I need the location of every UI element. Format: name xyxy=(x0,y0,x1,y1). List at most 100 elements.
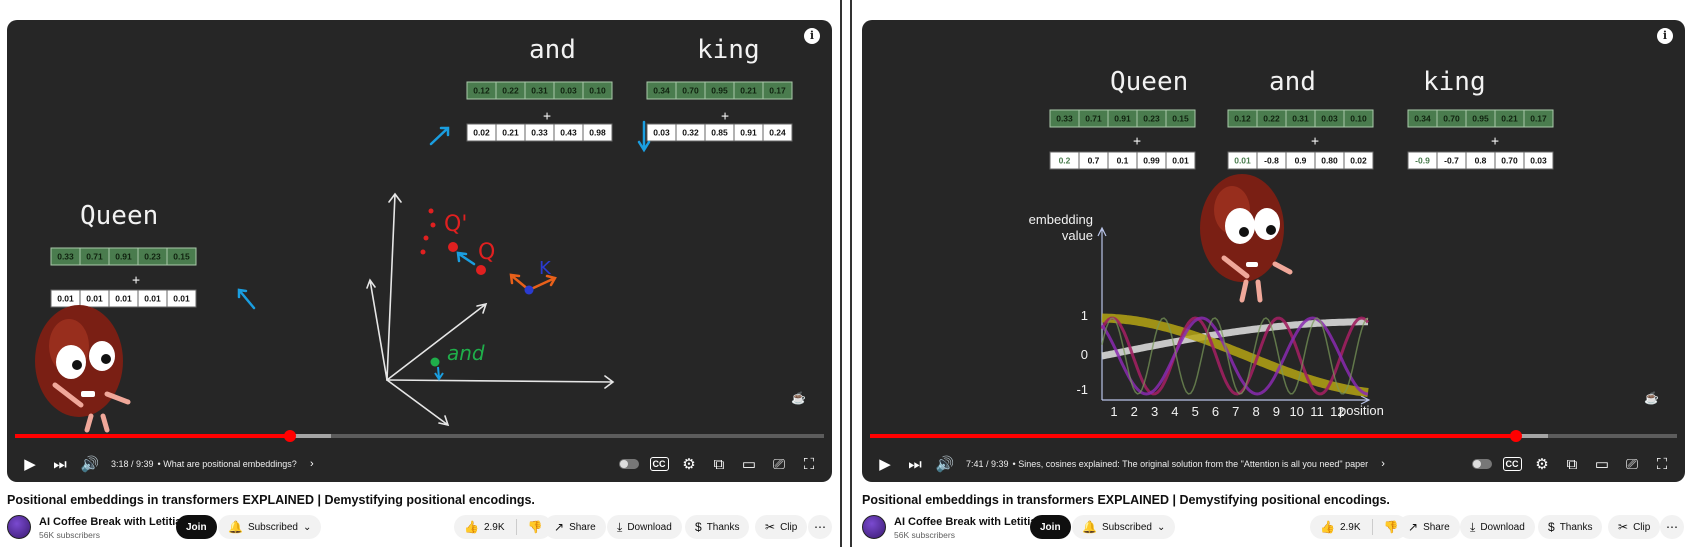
fullscreen-icon[interactable]: ⛶ xyxy=(1647,449,1677,479)
chevron-right-icon[interactable]: › xyxy=(1368,449,1398,479)
vector-cell: 0.10 xyxy=(1343,109,1374,128)
subscribed-button[interactable]: 🔔 Subscribed ⌄ xyxy=(1072,515,1176,539)
plot-xlabel: position xyxy=(1339,403,1384,418)
vector-cell: 0.01 xyxy=(1227,151,1258,170)
cast-icon[interactable]: ⎚ xyxy=(1617,449,1647,479)
chapter-title[interactable]: • Sines, cosines explained: The original… xyxy=(1013,459,1369,469)
svg-text:0.21: 0.21 xyxy=(740,86,757,96)
king-position-vector: 0.03 0.32 0.85 0.91 0.24 xyxy=(646,123,793,142)
channel-name[interactable]: AI Coffee Break with Letitia xyxy=(894,516,1036,528)
vector-cell: 0.71 xyxy=(1078,109,1109,128)
more-actions-button[interactable]: ⋯ xyxy=(808,515,832,539)
vector-cell: 0.03 xyxy=(553,81,584,100)
word-and: and xyxy=(529,35,576,65)
clip-button[interactable]: ✂ Clip xyxy=(1608,515,1661,539)
like-icon[interactable]: 👍 xyxy=(1320,520,1335,534)
autoplay-toggle[interactable] xyxy=(614,449,644,479)
x-tick: 9 xyxy=(1273,404,1280,419)
vector-cell: 0.01 xyxy=(50,289,81,308)
svg-text:0.70: 0.70 xyxy=(1443,114,1460,124)
settings-gear-icon[interactable]: ⚙ xyxy=(1527,449,1557,479)
svg-text:0.24: 0.24 xyxy=(769,128,786,138)
join-button[interactable]: Join xyxy=(1030,515,1071,539)
video-player[interactable]: Queen and king 0.33 0.71 0.91 0.23 0.15 0.2 0… xyxy=(862,20,1685,482)
download-button[interactable]: ⤓ Download xyxy=(607,515,682,539)
word-queen: Queen xyxy=(80,201,158,231)
channel-name[interactable]: AI Coffee Break with Letitia xyxy=(39,516,181,528)
download-button[interactable]: ⤓ Download xyxy=(1460,515,1535,539)
svg-text:0.80: 0.80 xyxy=(1321,156,1338,166)
progress-bar[interactable] xyxy=(870,430,1677,442)
vector-cell: 0.95 xyxy=(1465,109,1496,128)
vector-cell: 0.31 xyxy=(524,81,555,100)
progress-bar[interactable] xyxy=(15,430,824,442)
svg-text:0.12: 0.12 xyxy=(473,86,490,96)
play-icon[interactable]: ▶ xyxy=(15,449,45,479)
queen-position-vector: 0.01 0.01 0.01 0.01 0.01 xyxy=(50,289,197,308)
like-icon[interactable]: 👍 xyxy=(464,520,479,534)
vector-cell: 0.99 xyxy=(1136,151,1167,170)
chevron-right-icon[interactable]: › xyxy=(297,449,327,479)
clip-button[interactable]: ✂ Clip xyxy=(755,515,808,539)
join-button[interactable]: Join xyxy=(176,515,217,539)
more-actions-button[interactable]: ⋯ xyxy=(1660,515,1684,539)
channel-avatar[interactable] xyxy=(7,515,31,539)
brand-watermark: ☕ xyxy=(791,390,806,405)
volume-icon[interactable]: 🔊 xyxy=(930,449,960,479)
svg-text:0.33: 0.33 xyxy=(57,252,74,262)
like-count[interactable]: 2.9K xyxy=(1340,522,1361,533)
svg-text:0.1: 0.1 xyxy=(1117,156,1129,166)
y-tick: -1 xyxy=(1076,382,1088,397)
theater-mode-icon[interactable]: ▭ xyxy=(734,449,764,479)
captions-icon[interactable]: CC xyxy=(644,449,674,479)
word-and: and xyxy=(1269,67,1316,97)
cast-icon[interactable]: ⎚ xyxy=(764,449,794,479)
king-embedding-vector: 0.34 0.70 0.95 0.21 0.17 xyxy=(1407,109,1554,128)
share-button[interactable]: ↗ Share xyxy=(544,515,606,539)
subscribed-button[interactable]: 🔔 Subscribed ⌄ xyxy=(218,515,322,539)
info-icon[interactable]: i xyxy=(804,28,820,44)
vector-cell: 0.10 xyxy=(582,81,613,100)
subscribed-label: Subscribed xyxy=(247,521,298,533)
captions-icon[interactable]: CC xyxy=(1497,449,1527,479)
vector-cell: 0.32 xyxy=(675,123,706,142)
svg-text:0.95: 0.95 xyxy=(1472,114,1489,124)
autoplay-toggle[interactable] xyxy=(1467,449,1497,479)
queen-embedding-vector: 0.33 0.71 0.91 0.23 0.15 xyxy=(1049,109,1196,128)
vector-cell: 0.02 xyxy=(1343,151,1374,170)
channel-avatar[interactable] xyxy=(862,515,886,539)
info-icon[interactable]: i xyxy=(1657,28,1673,44)
next-icon[interactable]: ⏭ xyxy=(900,449,930,479)
video-title: Positional embeddings in transformers EX… xyxy=(7,493,535,507)
fullscreen-icon[interactable]: ⛶ xyxy=(794,449,824,479)
play-icon[interactable]: ▶ xyxy=(870,449,900,479)
svg-text:0.31: 0.31 xyxy=(1292,114,1309,124)
vector-cell: 0.43 xyxy=(553,123,584,142)
video-player[interactable]: and king Queen 0.33 0.71 0.91 0.23 0.15 0.01… xyxy=(7,20,832,482)
next-icon[interactable]: ⏭ xyxy=(45,449,75,479)
theater-mode-icon[interactable]: ▭ xyxy=(1587,449,1617,479)
vector-cell: 0.71 xyxy=(79,247,110,266)
svg-text:0.01: 0.01 xyxy=(57,294,74,304)
x-tick: 2 xyxy=(1131,404,1138,419)
share-button[interactable]: ↗ Share xyxy=(1398,515,1460,539)
thanks-button[interactable]: $ Thanks xyxy=(1538,515,1603,539)
thanks-button[interactable]: $ Thanks xyxy=(685,515,750,539)
vector-cell: 0.91 xyxy=(1107,109,1138,128)
king-position-vector: -0.9 -0.7 0.8 0.70 0.03 xyxy=(1407,151,1554,170)
q-label: Q xyxy=(478,240,495,265)
volume-icon[interactable]: 🔊 xyxy=(75,449,105,479)
like-count[interactable]: 2.9K xyxy=(484,522,505,533)
vector-cell: 0.17 xyxy=(762,81,793,100)
played-bar xyxy=(15,434,291,438)
scrubber-handle[interactable] xyxy=(284,430,297,442)
dislike-icon[interactable]: 👎 xyxy=(1384,520,1399,534)
miniplayer-icon[interactable]: ⧉ xyxy=(1557,449,1587,479)
settings-gear-icon[interactable]: ⚙ xyxy=(674,449,704,479)
dislike-icon[interactable]: 👎 xyxy=(528,520,543,534)
scrubber-handle[interactable] xyxy=(1509,430,1522,442)
miniplayer-icon[interactable]: ⧉ xyxy=(704,449,734,479)
like-dislike-group: 👍 2.9K 👎 xyxy=(454,515,553,539)
svg-text:0.85: 0.85 xyxy=(711,128,728,138)
chapter-title[interactable]: • What are positional embeddings? xyxy=(158,459,297,469)
